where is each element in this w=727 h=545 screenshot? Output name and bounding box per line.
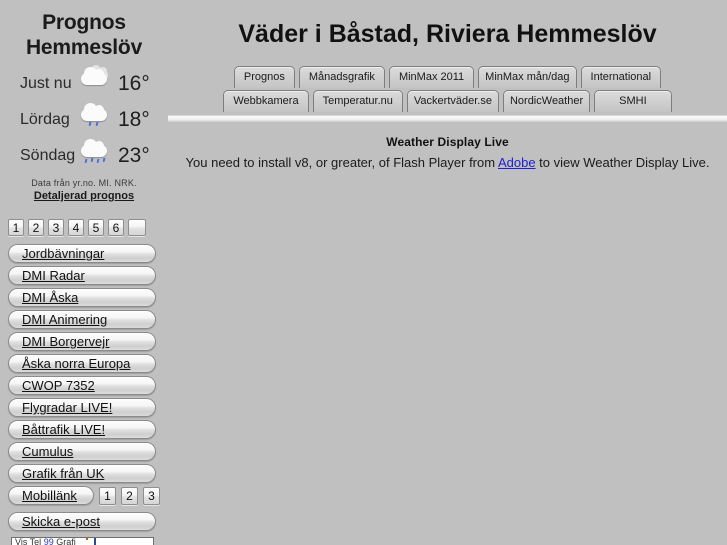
mobile-link-button-1[interactable]: 1 xyxy=(99,486,116,505)
forecast-row-sunday: Söndag 23° xyxy=(0,138,168,174)
mobile-link-button-2[interactable]: 2 xyxy=(121,486,138,505)
page-number-button-1[interactable]: 1 xyxy=(8,219,24,236)
page-number-button-3[interactable]: 3 xyxy=(48,219,64,236)
sidebar-link-dmi-animering[interactable]: DMI Animering xyxy=(8,310,156,329)
main-content: Väder i Båstad, Riviera Hemmeslöv Progno… xyxy=(168,0,727,545)
forecast-row-now: Just nu 16° xyxy=(0,65,168,102)
mobile-link-button-3[interactable]: 3 xyxy=(143,486,160,505)
tab-manadsgrafik[interactable]: Månadsgrafik xyxy=(298,65,385,88)
sidebar-link-dmi-borgervejr[interactable]: DMI Borgervejr xyxy=(8,332,156,351)
tab-vackertvader-se[interactable]: Vackertväder.se xyxy=(406,89,499,112)
forecast-title: Prognos Hemmeslöv xyxy=(0,0,168,60)
tab-minmax-man-dag[interactable]: MinMax mån/dag xyxy=(478,65,577,88)
sidebar-link-list: Jordbävningar DMI Radar DMI Åska DMI Ani… xyxy=(0,244,168,531)
forecast-title-line2: Hemmeslöv xyxy=(25,36,143,59)
page-number-button-blank[interactable] xyxy=(128,219,146,236)
tab-prognos[interactable]: Prognos xyxy=(233,65,295,88)
forecast-row-saturday: Lördag 18° xyxy=(0,102,168,138)
page-number-button-5[interactable]: 5 xyxy=(88,219,104,236)
sidebar-link-cwop-7352[interactable]: CWOP 7352 xyxy=(8,376,156,395)
forecast-day-label: Lördag xyxy=(20,111,70,128)
bottom-strip-text-left: Vis Tel xyxy=(15,537,42,545)
sidebar-link-cumulus[interactable]: Cumulus xyxy=(8,442,156,461)
sidebar-link-battrafik-live[interactable]: Båttrafik LIVE! xyxy=(8,420,156,439)
sidebar-link-grafik-fran-uk[interactable]: Grafik från UK xyxy=(8,464,156,483)
forecast-day-label: Söndag xyxy=(20,147,76,164)
sidebar-link-dmi-aska[interactable]: DMI Åska xyxy=(8,288,156,307)
sidebar: Prognos Hemmeslöv Just nu 16° Lördag 18° xyxy=(0,0,168,545)
bottom-strip-text-right: Grafi xyxy=(56,537,76,545)
tab-international[interactable]: International xyxy=(580,65,662,88)
tab-bar: Prognos Månadsgrafik MinMax 2011 MinMax … xyxy=(168,65,727,114)
tab-webbkamera[interactable]: Webbkamera xyxy=(223,89,309,112)
detailed-forecast-link[interactable]: Detaljerad prognos xyxy=(0,190,168,202)
sidebar-link-mobillank[interactable]: Mobillänk xyxy=(8,486,94,505)
page-number-button-2[interactable]: 2 xyxy=(28,219,44,236)
forecast-credit: Data från yr.no. MI. NRK. xyxy=(31,178,137,188)
flash-message-before: You need to install v8, or greater, of F… xyxy=(185,154,498,170)
bottom-strip-text-mid: 99 xyxy=(43,537,54,545)
page-number-button-6[interactable]: 6 xyxy=(108,219,124,236)
send-email-button[interactable]: Skicka e-post xyxy=(8,512,156,531)
rain-icon xyxy=(80,139,114,171)
header-divider xyxy=(168,114,727,122)
forecast-temp: 16° xyxy=(118,72,150,95)
page-number-buttons: 1 2 3 4 5 6 xyxy=(0,219,168,236)
flash-player-message: You need to install v8, or greater, of F… xyxy=(168,155,727,170)
tab-temperatur-nu[interactable]: Temperatur.nu xyxy=(312,89,403,112)
page-number-button-4[interactable]: 4 xyxy=(68,219,84,236)
page-title: Väder i Båstad, Riviera Hemmeslöv xyxy=(238,19,657,48)
page-root: Prognos Hemmeslöv Just nu 16° Lördag 18° xyxy=(0,0,727,545)
weather-display-live-panel: Weather Display Live You need to install… xyxy=(168,122,727,170)
sidebar-link-aska-norra-europa[interactable]: Åska norra Europa xyxy=(8,354,156,373)
forecast-day-label: Just nu xyxy=(20,75,72,92)
sidebar-link-jordbavningar[interactable]: Jordbävningar xyxy=(8,244,156,263)
tab-nordicweather[interactable]: NordicWeather xyxy=(502,89,591,112)
weather-display-live-title: Weather Display Live xyxy=(386,134,509,149)
tab-smhi[interactable]: SMHI xyxy=(594,89,672,112)
forecast-temp: 23° xyxy=(118,144,150,167)
cloudy-icon xyxy=(80,65,114,99)
tab-row-1: Prognos Månadsgrafik MinMax 2011 MinMax … xyxy=(168,65,727,88)
flash-message-after: to view Weather Display Live. xyxy=(535,154,710,170)
bottom-strip-caret xyxy=(94,538,96,545)
rain-light-icon xyxy=(80,103,114,135)
sidebar-link-dmi-radar[interactable]: DMI Radar xyxy=(8,266,156,285)
mobile-link-row: Mobillänk 1 2 3 xyxy=(8,486,168,505)
bottom-strip-text: Vis Tel 99 Grafi xyxy=(12,538,153,545)
sidebar-link-flygradar-live[interactable]: Flygradar LIVE! xyxy=(8,398,156,417)
forecast-title-line1: Prognos xyxy=(42,11,126,34)
adobe-link[interactable]: Adobe xyxy=(498,155,536,170)
bottom-strip-tick xyxy=(86,538,88,540)
tab-minmax-2011[interactable]: MinMax 2011 xyxy=(388,65,475,88)
tab-row-2: Webbkamera Temperatur.nu Vackertväder.se… xyxy=(168,89,727,112)
forecast-temp: 18° xyxy=(118,108,150,131)
bottom-cutoff-panel: Vis Tel 99 Grafi xyxy=(11,537,154,545)
